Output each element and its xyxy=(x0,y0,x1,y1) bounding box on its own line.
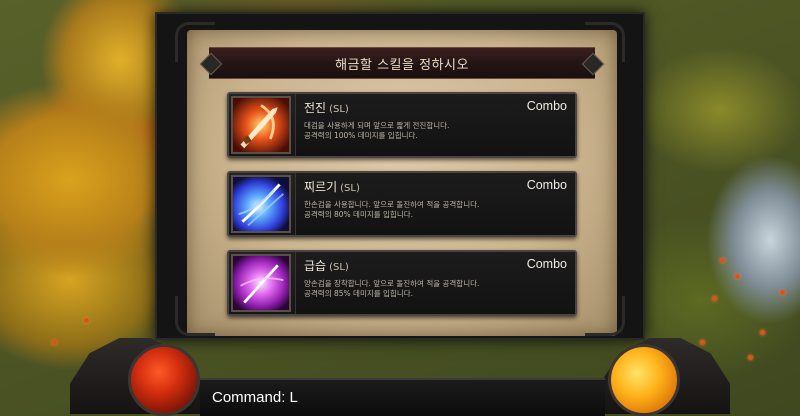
skill-unlock-dialog: 해금할 스킬을 정하시오 전진 (SL) Combo 대검을 사용하게 되며 앞… xyxy=(155,12,645,340)
skill-option-advance[interactable]: 전진 (SL) Combo 대검을 사용하게 되며 앞으로 짧게 전진합니다. 공… xyxy=(227,92,577,158)
skill-card-body: 찌르기 (SL) Combo 한손검을 사용합니다. 앞으로 돌진하여 적을 공격… xyxy=(295,173,575,235)
skill-tag: (SL) xyxy=(329,104,349,115)
flower-decoration xyxy=(700,340,705,345)
skill-description: 양손검을 장착합니다. 앞으로 돌진하여 적을 공격합니다. 공격력의 85% … xyxy=(304,279,479,299)
skill-description-line: 공격력의 85% 데미지를 입힙니다. xyxy=(304,289,414,298)
command-readout: Command: L xyxy=(212,389,298,406)
skill-tag: (SL) xyxy=(329,262,349,273)
skill-name-text: 찌르기 xyxy=(304,180,338,194)
command-value: L xyxy=(289,389,298,406)
skill-type-label: Combo xyxy=(526,257,567,271)
dual-blade-strike-icon xyxy=(231,254,291,312)
skill-type-label: Combo xyxy=(526,178,567,192)
flower-decoration xyxy=(52,340,57,345)
skill-name: 찌르기 (SL) xyxy=(304,178,360,195)
health-orb xyxy=(128,344,200,416)
greatsword-slash-icon xyxy=(231,96,291,154)
ornament-corner xyxy=(175,296,215,336)
ornament-corner xyxy=(585,296,625,336)
flower-decoration xyxy=(760,330,765,335)
skill-option-thrust[interactable]: 찌르기 (SL) Combo 한손검을 사용합니다. 앞으로 돌진하여 적을 공격… xyxy=(227,171,577,237)
skill-description-line: 공격력의 100% 데미지를 입힙니다. xyxy=(304,131,418,140)
skill-description-line: 양손검을 장착합니다. 앞으로 돌진하여 적을 공격합니다. xyxy=(304,279,480,288)
skill-type-label: Combo xyxy=(526,99,567,113)
flower-decoration xyxy=(84,318,89,323)
command-label: Command: xyxy=(212,389,286,406)
flower-decoration xyxy=(780,290,785,295)
skill-option-ambush[interactable]: 급습 (SL) Combo 양손검을 장착합니다. 앞으로 돌진하여 적을 공격합… xyxy=(227,250,577,316)
bottom-hud: Command: L xyxy=(0,338,800,416)
skill-name-text: 급습 xyxy=(304,259,327,273)
skill-tag: (SL) xyxy=(340,183,360,194)
skill-description: 대검을 사용하게 되며 앞으로 짧게 전진합니다. 공격력의 100% 데미지를… xyxy=(304,121,449,141)
skill-card-body: 전진 (SL) Combo 대검을 사용하게 되며 앞으로 짧게 전진합니다. 공… xyxy=(295,94,575,156)
skill-name: 전진 (SL) xyxy=(304,99,349,116)
skill-description-line: 대검을 사용하게 되며 앞으로 짧게 전진합니다. xyxy=(304,121,450,130)
command-bar: Command: L xyxy=(200,378,605,416)
flower-decoration xyxy=(735,274,740,279)
flower-decoration xyxy=(720,258,725,263)
skill-card-body: 급습 (SL) Combo 양손검을 장착합니다. 앞으로 돌진하여 적을 공격합… xyxy=(295,252,575,314)
sword-thrust-icon xyxy=(231,175,291,233)
dialog-title-banner: 해금할 스킬을 정하시오 xyxy=(209,47,595,79)
skill-description-line: 공격력의 80% 데미지를 입힙니다. xyxy=(304,210,414,219)
mana-orb xyxy=(608,344,680,416)
skill-description-line: 한손검을 사용합니다. 앞으로 돌진하여 적을 공격합니다. xyxy=(304,200,480,209)
dialog-title: 해금할 스킬을 정하시오 xyxy=(335,57,469,73)
skill-description: 한손검을 사용합니다. 앞으로 돌진하여 적을 공격합니다. 공격력의 80% … xyxy=(304,200,479,220)
skill-name-text: 전진 xyxy=(304,101,327,115)
flower-decoration xyxy=(712,296,717,301)
skill-name: 급습 (SL) xyxy=(304,257,349,274)
